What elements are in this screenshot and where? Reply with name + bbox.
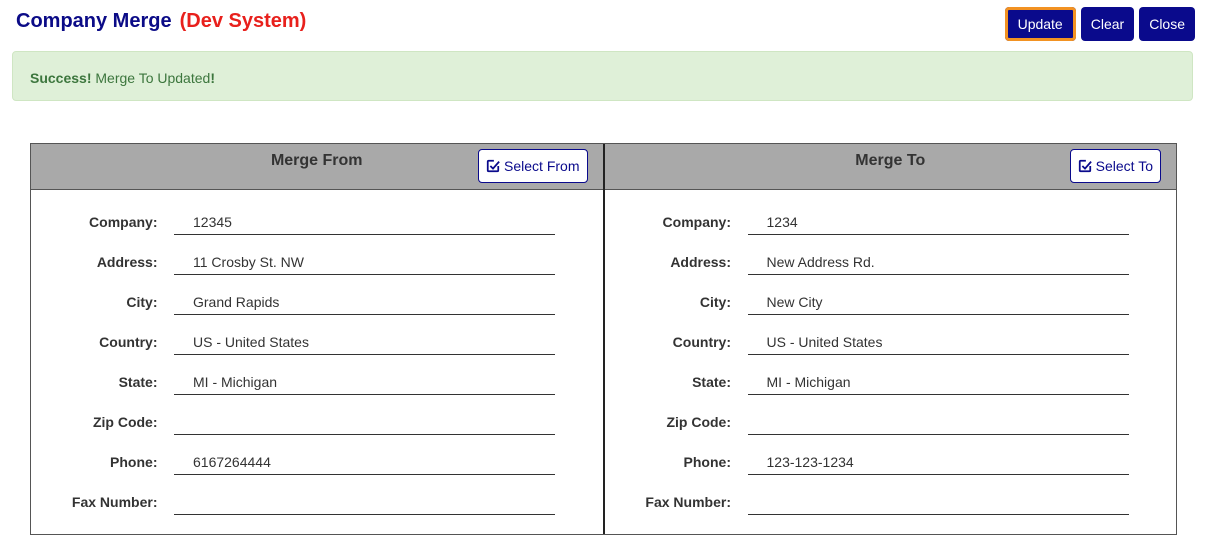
alert-suffix: ! — [210, 70, 215, 86]
address-label: Address: — [96, 254, 158, 270]
toolbar: Update Clear Close — [1004, 7, 1195, 41]
address-value: 11 Crosby St. NW — [174, 251, 555, 275]
address-row: Address: New Address Rd. — [605, 251, 1177, 291]
city-label: City: — [699, 294, 731, 310]
state-label: State: — [692, 374, 731, 390]
company-row: Company: 12345 — [31, 211, 603, 251]
select-from-label: Select From — [504, 158, 580, 174]
zip-value — [174, 411, 555, 435]
phone-value: 123-123-1234 — [747, 451, 1129, 475]
company-value: 1234 — [747, 211, 1129, 235]
country-value: US - United States — [174, 331, 555, 355]
success-alert: Success! Merge To Updated! — [12, 51, 1193, 101]
page-title: Company Merge (Dev System) — [16, 10, 306, 33]
zip-value — [747, 411, 1129, 435]
zip-row: Zip Code: — [605, 411, 1177, 451]
company-label: Company: — [662, 214, 731, 230]
phone-label: Phone: — [110, 454, 158, 470]
city-value: New City — [747, 291, 1129, 315]
page-title-text: Company Merge — [16, 10, 172, 32]
address-value: New Address Rd. — [747, 251, 1129, 275]
country-label: Country: — [672, 334, 731, 350]
zip-row: Zip Code: — [31, 411, 603, 451]
alert-message: Merge To Updated — [91, 70, 211, 86]
state-value: MI - Michigan — [174, 371, 555, 395]
state-value: MI - Michigan — [747, 371, 1129, 395]
select-to-label: Select To — [1095, 158, 1153, 174]
edit-check-icon — [1078, 159, 1092, 173]
fax-row: Fax Number: — [31, 491, 603, 531]
address-row: Address: 11 Crosby St. NW — [31, 251, 603, 291]
select-to-button[interactable]: Select To — [1069, 149, 1161, 183]
fax-row: Fax Number: — [605, 491, 1177, 531]
merge-from-fields: Company: 12345 Address: 11 Crosby St. NW… — [31, 190, 603, 531]
address-label: Address: — [670, 254, 731, 270]
city-row: City: New City — [605, 291, 1177, 331]
country-value: US - United States — [747, 331, 1129, 355]
city-label: City: — [126, 294, 158, 310]
company-value: 12345 — [174, 211, 555, 235]
phone-row: Phone: 6167264444 — [31, 451, 603, 491]
phone-row: Phone: 123-123-1234 — [605, 451, 1177, 491]
company-label: Company: — [89, 214, 158, 230]
merge-panels: Merge From Select From Company: 12345 Ad… — [30, 143, 1177, 535]
edit-check-icon — [486, 159, 500, 173]
merge-to-panel: Merge To Select To Company: 1234 Address… — [604, 144, 1177, 534]
update-button[interactable]: Update — [1004, 7, 1076, 41]
country-row: Country: US - United States — [605, 331, 1177, 371]
select-from-button[interactable]: Select From — [478, 149, 588, 183]
phone-label: Phone: — [683, 454, 731, 470]
city-row: City: Grand Rapids — [31, 291, 603, 331]
merge-from-panel: Merge From Select From Company: 12345 Ad… — [31, 144, 605, 534]
merge-from-header: Merge From Select From — [31, 144, 603, 190]
fax-label: Fax Number: — [645, 494, 731, 510]
city-value: Grand Rapids — [174, 291, 555, 315]
fax-value — [174, 491, 555, 515]
phone-value: 6167264444 — [174, 451, 555, 475]
country-row: Country: US - United States — [31, 331, 603, 371]
company-row: Company: 1234 — [605, 211, 1177, 251]
country-label: Country: — [99, 334, 158, 350]
zip-label: Zip Code: — [92, 414, 158, 430]
alert-strong: Success! — [30, 70, 92, 86]
state-label: State: — [118, 374, 158, 390]
state-row: State: MI - Michigan — [31, 371, 603, 411]
clear-button[interactable]: Clear — [1080, 7, 1135, 41]
merge-to-fields: Company: 1234 Address: New Address Rd. C… — [605, 190, 1177, 531]
close-button[interactable]: Close — [1139, 7, 1195, 41]
environment-label: (Dev System) — [179, 10, 307, 32]
zip-label: Zip Code: — [666, 414, 731, 430]
fax-label: Fax Number: — [71, 494, 158, 510]
state-row: State: MI - Michigan — [605, 371, 1177, 411]
fax-value — [747, 491, 1129, 515]
merge-to-header: Merge To Select To — [604, 144, 1176, 190]
